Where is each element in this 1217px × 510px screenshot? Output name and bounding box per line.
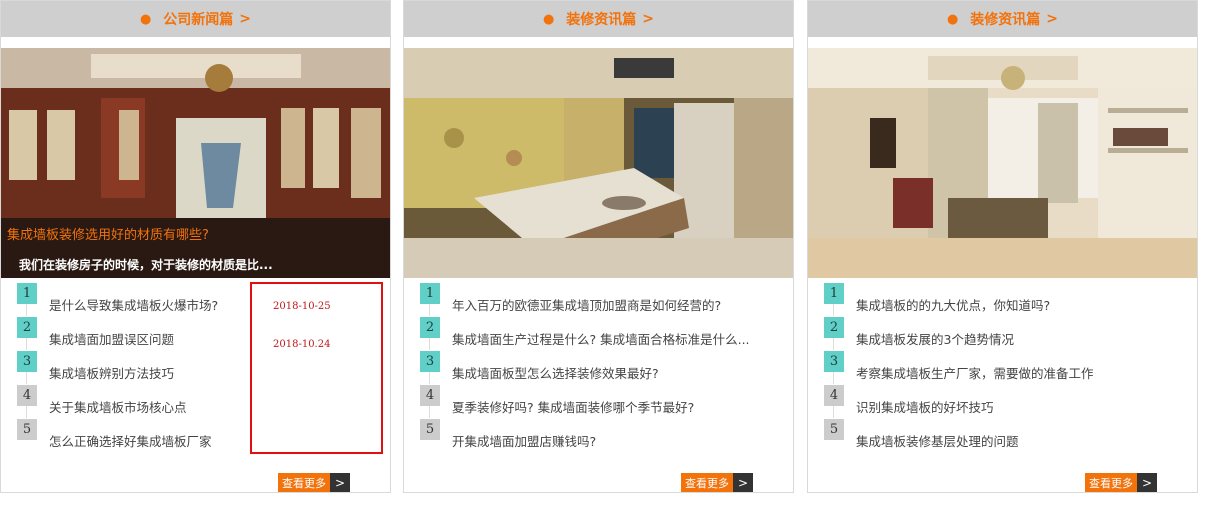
list-connector: [26, 406, 27, 418]
view-more-button[interactable]: 查看更多 >: [278, 473, 350, 492]
article-title-link[interactable]: 集成墙面加盟误区问题: [49, 329, 174, 348]
rank-number: 1: [420, 283, 440, 304]
hero-description: 我们在装修房子的时候，对于装修的材质是比...: [19, 258, 273, 272]
chevron-right-icon[interactable]: >: [1046, 11, 1058, 27]
article-title-link[interactable]: 集成墙板装修基层处理的问题: [856, 431, 1019, 450]
hero-title-link[interactable]: 集成墙板装修选用好的材质有哪些?: [7, 224, 209, 243]
rank-number: 3: [824, 351, 844, 372]
news-panel-decoration-1: ● 装修资讯篇 > 1 年入百万的欧德亚集成墙顶加盟商是如何经营的? 2 集成墙…: [403, 0, 794, 493]
news-panel-decoration-2: ● 装修资讯篇 > 1 集成墙板的的九大优点，你知道吗? 2 集成墙板发展的3个…: [807, 0, 1198, 493]
view-more-label[interactable]: 查看更多: [681, 473, 733, 492]
article-list: 1 集成墙板的的九大优点，你知道吗? 2 集成墙板发展的3个趋势情况 3 考察集…: [824, 282, 1189, 452]
list-item[interactable]: 3 集成墙面板型怎么选择装修效果最好?: [420, 350, 785, 384]
list-connector: [833, 338, 834, 350]
chevron-right-icon[interactable]: >: [1137, 473, 1157, 492]
list-connector: [26, 338, 27, 350]
article-title-link[interactable]: 夏季装修好吗? 集成墙面装修哪个季节最好?: [452, 397, 694, 416]
article-title-link[interactable]: 集成墙面板型怎么选择装修效果最好?: [452, 363, 659, 382]
chevron-right-icon[interactable]: >: [642, 11, 654, 27]
panel-title[interactable]: 装修资讯篇: [970, 9, 1040, 29]
date-label: 2018-10-25: [273, 301, 331, 312]
list-item[interactable]: 2 集成墙面生产过程是什么? 集成墙面合格标准是什么...: [420, 316, 785, 350]
rank-number: 2: [824, 317, 844, 338]
bedroom-photo: [404, 48, 793, 278]
list-item[interactable]: 5 集成墙板装修基层处理的问题: [824, 418, 1189, 452]
article-title-link[interactable]: 是什么导致集成墙板火爆市场?: [49, 295, 218, 314]
list-connector: [429, 338, 430, 350]
article-title-link[interactable]: 集成墙板辨别方法技巧: [49, 363, 174, 382]
rank-number: 2: [420, 317, 440, 338]
list-item[interactable]: 3 考察集成墙板生产厂家，需要做的准备工作: [824, 350, 1189, 384]
panel-header[interactable]: ● 公司新闻篇 >: [1, 1, 390, 37]
article-title-link[interactable]: 年入百万的欧德亚集成墙顶加盟商是如何经营的?: [452, 295, 721, 314]
article-title-link[interactable]: 开集成墙面加盟店赚钱吗?: [452, 431, 596, 450]
list-item[interactable]: 4 识别集成墙板的好坏技巧: [824, 384, 1189, 418]
article-title-link[interactable]: 考察集成墙板生产厂家，需要做的准备工作: [856, 363, 1094, 382]
article-title-link[interactable]: 集成墙板发展的3个趋势情况: [856, 329, 1014, 348]
panel-header[interactable]: ● 装修资讯篇 >: [808, 1, 1197, 37]
rank-number: 3: [420, 351, 440, 372]
rank-number: 4: [824, 385, 844, 406]
list-connector: [833, 372, 834, 384]
rank-number: 5: [824, 419, 844, 440]
hero-caption-overlay: 集成墙板装修选用好的材质有哪些? 我们在装修房子的时候，对于装修的材质是比...: [1, 218, 390, 278]
article-title-link[interactable]: 关于集成墙板市场核心点: [49, 397, 187, 416]
list-connector: [429, 304, 430, 316]
bullet-dot-icon: ●: [139, 11, 152, 27]
rank-number: 4: [17, 385, 37, 406]
study-room-photo: [808, 48, 1197, 278]
article-list: 1 年入百万的欧德亚集成墙顶加盟商是如何经营的? 2 集成墙面生产过程是什么? …: [420, 282, 785, 452]
rank-number: 1: [17, 283, 37, 304]
chevron-right-icon[interactable]: >: [330, 473, 350, 492]
date-label: 2018-10.24: [273, 339, 331, 350]
view-more-label[interactable]: 查看更多: [1085, 473, 1137, 492]
chevron-right-icon[interactable]: >: [733, 473, 753, 492]
rank-number: 5: [420, 419, 440, 440]
list-item[interactable]: 1 集成墙板的的九大优点，你知道吗?: [824, 282, 1189, 316]
list-item[interactable]: 2 集成墙板发展的3个趋势情况: [824, 316, 1189, 350]
list-item[interactable]: 4 夏季装修好吗? 集成墙面装修哪个季节最好?: [420, 384, 785, 418]
list-connector: [429, 406, 430, 418]
bullet-dot-icon: ●: [542, 11, 555, 27]
view-more-button[interactable]: 查看更多 >: [681, 473, 753, 492]
list-connector: [26, 372, 27, 384]
list-connector: [833, 406, 834, 418]
rank-number: 3: [17, 351, 37, 372]
list-item[interactable]: 1 年入百万的欧德亚集成墙顶加盟商是如何经营的?: [420, 282, 785, 316]
bullet-dot-icon: ●: [946, 11, 959, 27]
rank-number: 2: [17, 317, 37, 338]
hero-image[interactable]: 集成墙板装修选用好的材质有哪些? 我们在装修房子的时候，对于装修的材质是比...: [1, 48, 390, 278]
list-item[interactable]: 5 开集成墙面加盟店赚钱吗?: [420, 418, 785, 452]
view-more-label[interactable]: 查看更多: [278, 473, 330, 492]
hero-image[interactable]: [404, 48, 793, 278]
rank-number: 1: [824, 283, 844, 304]
rank-number: 5: [17, 419, 37, 440]
list-connector: [833, 304, 834, 316]
hero-image[interactable]: [808, 48, 1197, 278]
list-connector: [26, 304, 27, 316]
view-more-button[interactable]: 查看更多 >: [1085, 473, 1157, 492]
list-connector: [429, 372, 430, 384]
chevron-right-icon[interactable]: >: [239, 11, 251, 27]
article-title-link[interactable]: 怎么正确选择好集成墙板厂家: [49, 431, 212, 450]
panel-header[interactable]: ● 装修资讯篇 >: [404, 1, 793, 37]
panel-title[interactable]: 装修资讯篇: [566, 9, 636, 29]
article-title-link[interactable]: 集成墙板的的九大优点，你知道吗?: [856, 295, 1050, 314]
panel-title[interactable]: 公司新闻篇: [163, 9, 233, 29]
article-title-link[interactable]: 识别集成墙板的好坏技巧: [856, 397, 994, 416]
article-title-link[interactable]: 集成墙面生产过程是什么? 集成墙面合格标准是什么...: [452, 329, 750, 348]
rank-number: 4: [420, 385, 440, 406]
